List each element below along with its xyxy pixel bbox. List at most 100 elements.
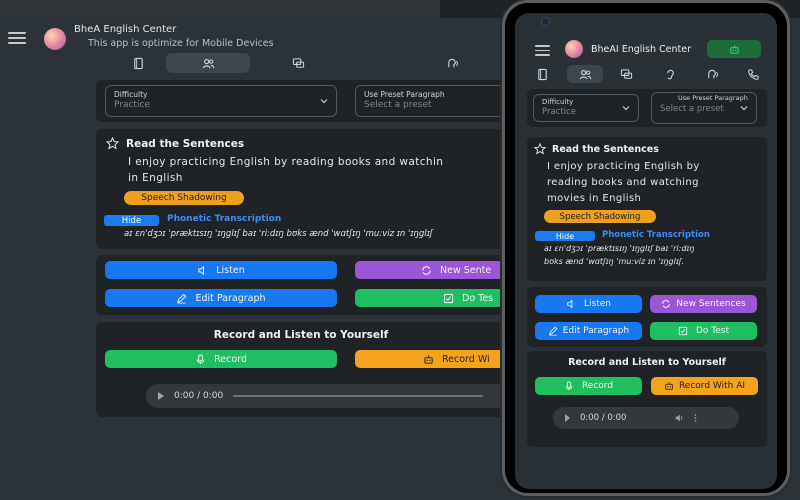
mobile-record-button[interactable]: Record <box>535 377 642 395</box>
robot-icon <box>424 354 433 364</box>
mobile-tab-users[interactable] <box>567 65 603 83</box>
record-button[interactable]: Record <box>105 350 337 368</box>
do-test-button[interactable]: Do Tes <box>355 289 515 307</box>
refresh-icon <box>662 300 671 308</box>
do-test-label: Do Tes <box>462 292 494 304</box>
mobile-phonetic-line-2: bʊks ænd 'wɑtʃɪŋ 'mu:viz ɪn 'ɪŋglɪʃ. <box>544 257 685 266</box>
mobile-difficulty-label: Difficulty <box>542 98 574 106</box>
phonetic-label: Phonetic Transcription <box>167 214 282 224</box>
hamburger-menu-icon[interactable] <box>8 32 26 44</box>
mobile-tab-book[interactable] <box>527 65 557 83</box>
phone-icon <box>747 68 759 80</box>
mobile-preset-placeholder: Select a preset <box>660 104 724 114</box>
robot-icon <box>729 44 739 54</box>
desktop-tab-bar <box>96 53 506 73</box>
chat-bot-button[interactable] <box>707 40 761 58</box>
play-icon[interactable] <box>565 414 570 422</box>
audio-player[interactable]: 0:00 / 0:00 <box>146 384 526 408</box>
new-sentences-button[interactable]: New Sente <box>355 261 515 279</box>
mobile-record-with-ai-label: Record With AI <box>678 381 746 391</box>
new-sentences-label: New Sente <box>440 264 492 276</box>
chat-icon <box>620 68 632 79</box>
tab-users[interactable] <box>166 53 250 73</box>
mobile-phonetic-line-1: aɪ ɛn'dʒɔɪ 'præktɪsɪŋ 'ɪŋglɪʃ baɪ 'ri:dɪ… <box>544 244 695 253</box>
users-icon <box>202 58 214 68</box>
listen-button[interactable]: Listen <box>105 261 337 279</box>
difficulty-label: Difficulty <box>114 90 148 99</box>
mobile-edit-paragraph-button[interactable]: Edit Paragraph <box>535 322 642 340</box>
mobile-read-section-title: Read the Sentences <box>534 143 659 155</box>
chat-icon <box>292 57 304 68</box>
mobile-app-logo <box>565 40 583 58</box>
microphone-icon <box>196 353 205 364</box>
mobile-listen-button[interactable]: Listen <box>535 295 642 313</box>
mobile-listen-label: Listen <box>584 299 611 309</box>
pencil-icon <box>548 326 558 336</box>
mobile-hide-phonetic-button[interactable]: Hide <box>535 231 595 241</box>
mobile-new-sentences-button[interactable]: New Sentences <box>650 295 757 313</box>
tab-speech[interactable] <box>432 53 472 73</box>
edit-paragraph-label: Edit Paragraph <box>195 292 266 304</box>
play-icon[interactable] <box>158 392 164 400</box>
speech-icon <box>707 69 718 78</box>
users-icon <box>579 69 591 79</box>
mobile-record-section-title: Record and Listen to Yourself <box>568 357 726 368</box>
more-options-icon[interactable] <box>694 413 697 423</box>
difficulty-select[interactable]: Difficulty Practice <box>105 85 337 117</box>
audio-time: 0:00 / 0:00 <box>174 391 224 401</box>
preset-placeholder: Select a preset <box>364 100 432 110</box>
mobile-app-title: BheAI English Center <box>591 44 692 55</box>
speaker-icon <box>567 299 573 309</box>
edit-paragraph-button[interactable]: Edit Paragraph <box>105 289 337 307</box>
refresh-icon <box>422 265 431 275</box>
mobile-do-test-button[interactable]: Do Test <box>650 322 757 340</box>
record-with-ai-label: Record Wi <box>442 353 490 365</box>
tab-chat[interactable] <box>256 53 340 73</box>
desktop-settings-panel: Difficulty Practice Use Preset Paragraph… <box>96 80 515 122</box>
difficulty-value: Practice <box>114 100 150 110</box>
mobile-sentence-line-1: I enjoy practicing English by <box>547 161 700 172</box>
speech-shadowing-badge[interactable]: Speech Shadowing <box>124 191 244 205</box>
read-section-title: Read the Sentences <box>106 137 244 150</box>
mobile-preset-select[interactable]: Use Preset Paragraph Select a preset <box>651 92 757 124</box>
mobile-difficulty-select[interactable]: Difficulty Practice <box>533 94 639 122</box>
chevron-down-icon <box>622 106 630 111</box>
mobile-edit-paragraph-label: Edit Paragraph <box>562 326 630 336</box>
top-strip-bar <box>0 0 440 18</box>
desktop-actions-panel: Listen New Sente Edit Paragraph Do Tes <box>96 255 515 315</box>
mobile-hamburger-menu-icon[interactable] <box>535 45 550 56</box>
mobile-record-label: Record <box>581 381 614 391</box>
star-icon <box>106 137 119 150</box>
mobile-tab-bar <box>527 65 767 83</box>
mobile-record-with-ai-button[interactable]: Record With AI <box>651 377 758 395</box>
mobile-read-section-title-text: Read the Sentences <box>552 143 659 155</box>
preset-select[interactable]: Use Preset Paragraph Select a preset <box>355 85 515 117</box>
phonetic-text: aɪ ɛn'dʒɔɪ 'præktɪsɪŋ 'ɪŋglɪʃ baɪ 'ri:dɪ… <box>124 229 433 239</box>
chevron-down-icon <box>740 106 748 111</box>
mobile-new-sentences-label: New Sentences <box>676 299 746 309</box>
desktop-record-panel: Record and Listen to Yourself Record Rec… <box>96 322 526 417</box>
checkbox-icon <box>443 293 454 303</box>
desktop-read-panel: Read the Sentences I enjoy practicing En… <box>96 129 506 249</box>
checkbox-icon <box>678 326 688 336</box>
preset-label: Use Preset Paragraph <box>364 90 445 99</box>
volume-icon[interactable] <box>674 413 684 423</box>
app-logo <box>44 28 66 50</box>
mobile-record-panel: Record and Listen to Yourself Record Rec… <box>527 351 767 447</box>
mobile-tab-ear[interactable] <box>655 65 685 83</box>
app-subtitle: This app is optimize for Mobile Devices <box>88 38 274 49</box>
mobile-tab-speech[interactable] <box>697 65 727 83</box>
mobile-phonetic-label: Phonetic Transcription <box>602 230 710 240</box>
mobile-sentence-line-3: movies in English <box>547 193 642 204</box>
record-with-ai-button[interactable]: Record Wi <box>355 350 515 368</box>
app-title: BheA English Center <box>74 24 177 35</box>
hide-phonetic-button[interactable]: Hide <box>104 215 159 226</box>
mobile-sentence-line-2: reading books and watching <box>547 177 699 188</box>
audio-progress-track[interactable] <box>233 395 484 397</box>
mobile-audio-player[interactable]: 0:00 / 0:00 <box>553 407 739 429</box>
mobile-speech-shadowing-badge[interactable]: Speech Shadowing <box>544 210 656 223</box>
mobile-tab-phone[interactable] <box>739 65 767 83</box>
mobile-settings-panel: Difficulty Practice Use Preset Paragraph… <box>527 89 767 127</box>
mobile-difficulty-value: Practice <box>542 107 576 117</box>
mobile-tab-chat[interactable] <box>611 65 641 83</box>
